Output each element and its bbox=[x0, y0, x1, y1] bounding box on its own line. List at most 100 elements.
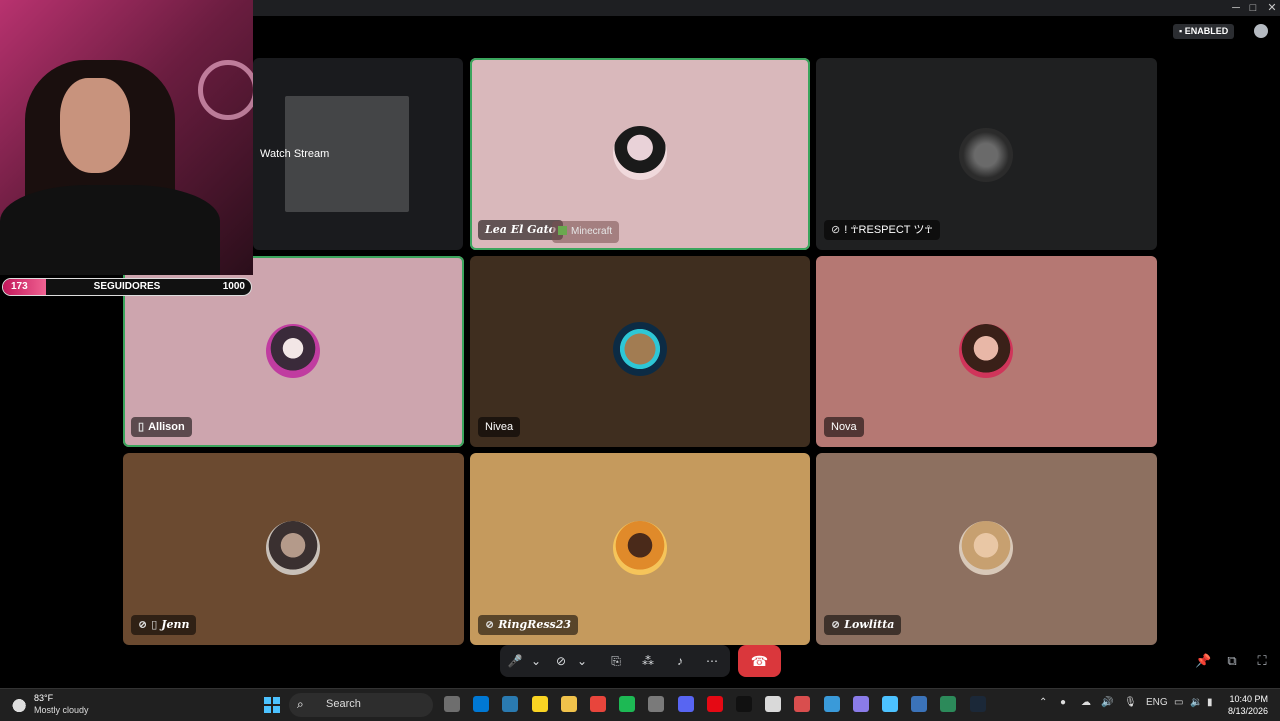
weather-temperature[interactable]: 83°F bbox=[34, 693, 53, 703]
watch-stream-button[interactable]: Watch Stream bbox=[260, 146, 329, 162]
popout-icon[interactable]: ⧉ bbox=[1224, 653, 1240, 669]
participant-tile[interactable]: Nova bbox=[816, 256, 1157, 447]
activities-icon[interactable]: ⁂ bbox=[640, 653, 656, 669]
follower-goal-bar: 173 SEGUIDORES 1000 bbox=[2, 278, 252, 296]
participant-tile[interactable]: Nivea bbox=[470, 256, 810, 447]
tray-app-icon[interactable]: ● bbox=[1060, 697, 1066, 708]
netflix-icon[interactable] bbox=[707, 696, 723, 712]
onedrive-icon[interactable]: ☁ bbox=[1081, 697, 1091, 708]
game-name: Minecraft bbox=[571, 226, 613, 237]
enabled-badge[interactable]: ▪ ENABLED bbox=[1173, 24, 1235, 39]
discord-alt-icon[interactable] bbox=[648, 696, 664, 712]
microphone-icon[interactable]: 🎙 bbox=[1124, 697, 1137, 708]
language-indicator[interactable]: ENG bbox=[1146, 697, 1168, 708]
folder-icon[interactable] bbox=[561, 696, 577, 712]
avatar bbox=[613, 521, 667, 575]
participant-label: ⊘! ☥RESPECT ツ☥ bbox=[824, 220, 940, 240]
participant-name: Lea El Gato bbox=[478, 220, 564, 240]
streamer-webcam bbox=[0, 0, 253, 275]
gamepad-icon[interactable] bbox=[853, 696, 869, 712]
participant-name: Allison bbox=[148, 421, 185, 433]
streamer-face bbox=[60, 78, 130, 173]
discord-icon[interactable] bbox=[678, 696, 694, 712]
screen-share-icon[interactable]: ⎘ bbox=[608, 653, 624, 669]
tray-overflow-chevron-icon[interactable]: ⌃ bbox=[1039, 697, 1047, 708]
soundboard-icon[interactable]: ♪ bbox=[672, 653, 688, 669]
mic-muted-icon: ⊘ bbox=[831, 224, 841, 236]
clock-date: 8/13/2026 bbox=[1227, 706, 1268, 716]
windows-start-icon[interactable] bbox=[264, 697, 280, 713]
photos-icon[interactable] bbox=[765, 696, 781, 712]
participant-name: Lowlitta bbox=[844, 618, 895, 631]
battery-icon[interactable]: ▮ bbox=[1207, 697, 1213, 708]
speaker-icon[interactable]: 🔊 bbox=[1101, 697, 1113, 708]
notes-icon[interactable] bbox=[532, 696, 548, 712]
call-controls: 🎤 ⌄ ⊘ ⌄ ⎘ ⁂ ♪ ⋯ bbox=[500, 645, 730, 677]
minimize-button[interactable]: ─ bbox=[1227, 1, 1245, 15]
weather-description[interactable]: Mostly cloudy bbox=[34, 705, 89, 715]
minecraft-icon bbox=[558, 226, 567, 235]
camera-off-icon[interactable]: ⊘ bbox=[553, 653, 569, 669]
participant-name: ! ☥RESPECT ツ☥ bbox=[844, 224, 933, 236]
avatar bbox=[613, 126, 667, 180]
close-button[interactable]: ✕ bbox=[1263, 1, 1280, 15]
participant-tile[interactable]: ⊘ Lowlitta bbox=[816, 453, 1157, 645]
file-explorer-icon[interactable] bbox=[444, 696, 460, 712]
participant-tile[interactable]: Lea El Gato Minecraft bbox=[470, 58, 810, 250]
participant-label: ⊘ Lowlitta bbox=[824, 615, 902, 635]
pin-icon[interactable]: 📌 bbox=[1195, 653, 1211, 669]
spotify-icon[interactable] bbox=[619, 696, 635, 712]
game-activity-chip[interactable]: Minecraft bbox=[552, 221, 620, 243]
enabled-label: ENABLED bbox=[1184, 26, 1229, 36]
taskbar-search-box[interactable]: ⌕ Search bbox=[289, 693, 433, 717]
chat-icon[interactable] bbox=[1254, 24, 1268, 38]
screen-icon[interactable] bbox=[824, 696, 840, 712]
store-icon[interactable] bbox=[473, 696, 489, 712]
avatar bbox=[266, 324, 320, 378]
volume-icon[interactable]: 🔉 bbox=[1190, 697, 1202, 708]
tiktok-icon[interactable] bbox=[736, 696, 752, 712]
terminal-icon[interactable] bbox=[940, 696, 956, 712]
participant-tile[interactable]: ⊘ ▯ Jenn bbox=[123, 453, 464, 645]
participant-tile[interactable]: ⊘ RingRess23 bbox=[470, 453, 810, 645]
participant-label: ⊘ ▯ Jenn bbox=[131, 615, 197, 635]
ring-light bbox=[198, 60, 253, 120]
mic-options-chevron-icon[interactable]: ⌄ bbox=[528, 653, 544, 669]
fullscreen-icon[interactable]: ⛶ bbox=[1254, 653, 1270, 669]
follower-label: SEGUIDORES bbox=[93, 281, 161, 292]
search-placeholder: Search bbox=[326, 698, 361, 710]
avatar bbox=[959, 324, 1013, 378]
more-options-icon[interactable]: ⋯ bbox=[704, 653, 720, 669]
windows-taskbar: 83°F Mostly cloudy ⌕ Search ⌃ ● ☁ 🔊 🎙 EN… bbox=[0, 688, 1280, 721]
calculator-icon[interactable] bbox=[911, 696, 927, 712]
participant-name: Nova bbox=[824, 417, 864, 437]
follower-goal: 1000 bbox=[222, 281, 245, 292]
mic-muted-icon: ⊘ bbox=[831, 618, 841, 631]
system-clock[interactable]: 10:40 PM 8/13/2026 bbox=[1228, 693, 1268, 717]
avatar bbox=[959, 128, 1013, 182]
mic-muted-icon: ⊘ bbox=[138, 618, 148, 631]
streamer-shirt bbox=[0, 185, 220, 275]
participant-label: ▯ Allison bbox=[131, 417, 192, 437]
mic-icon[interactable]: 🎤 bbox=[507, 653, 523, 669]
camera-options-chevron-icon[interactable]: ⌄ bbox=[574, 653, 590, 669]
mobile-icon: ▯ bbox=[138, 421, 145, 433]
clock-time: 10:40 PM bbox=[1229, 694, 1268, 704]
maximize-button[interactable]: □ bbox=[1244, 1, 1262, 15]
participant-tile[interactable]: ⊘! ☥RESPECT ツ☥ bbox=[816, 58, 1157, 250]
calendar-icon[interactable] bbox=[794, 696, 810, 712]
participant-name: Nivea bbox=[478, 417, 521, 437]
mic-muted-icon: ⊘ bbox=[485, 618, 495, 631]
steam-icon[interactable] bbox=[970, 696, 986, 712]
settings-icon[interactable] bbox=[502, 696, 518, 712]
participant-name: Jenn bbox=[161, 618, 190, 631]
chrome-icon[interactable] bbox=[590, 696, 606, 712]
network-icon[interactable]: ▭ bbox=[1174, 697, 1183, 708]
maps-icon[interactable] bbox=[882, 696, 898, 712]
participant-name: RingRess23 bbox=[498, 618, 572, 631]
mobile-icon: ▯ bbox=[151, 618, 158, 631]
weather-cloud-icon[interactable] bbox=[12, 696, 30, 712]
disconnect-button[interactable]: ☎ bbox=[738, 645, 781, 677]
avatar bbox=[266, 521, 320, 575]
avatar bbox=[613, 322, 667, 376]
